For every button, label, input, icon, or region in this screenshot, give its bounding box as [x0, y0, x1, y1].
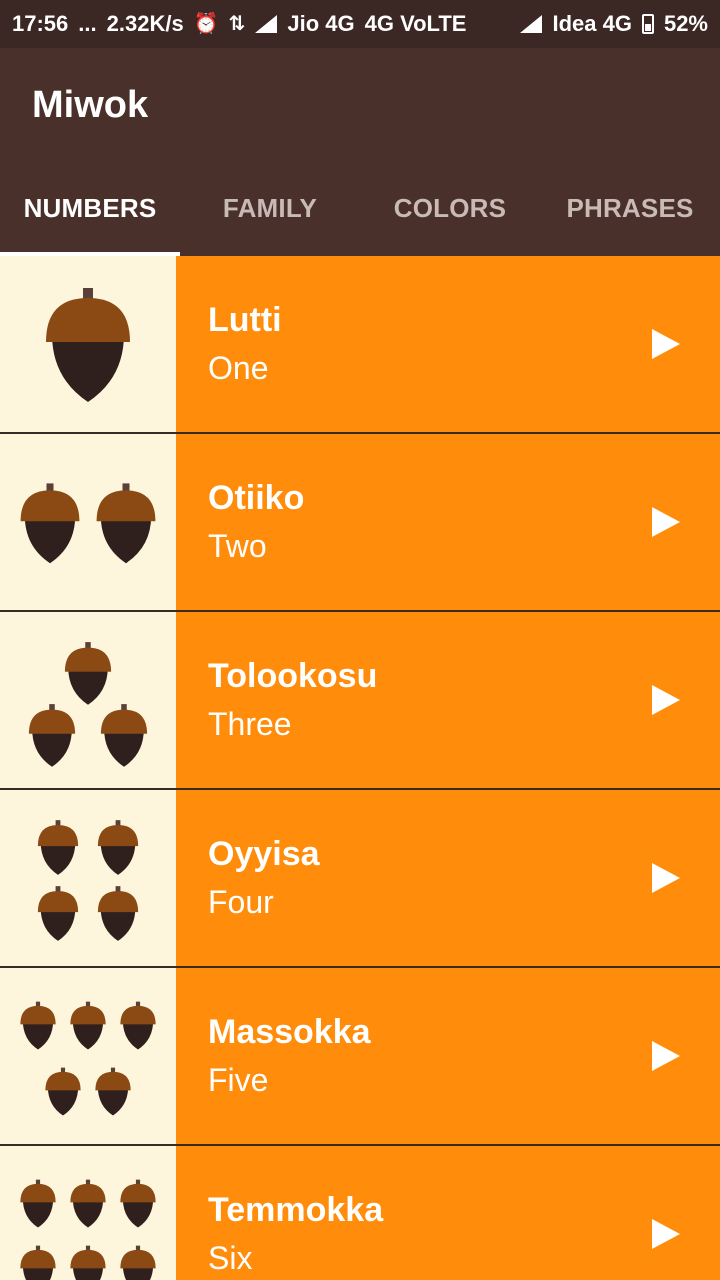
acorn-icon	[70, 1245, 106, 1280]
acorn-four-icon	[37, 820, 139, 941]
acorn-image	[0, 434, 176, 610]
play-icon[interactable]	[652, 863, 680, 893]
acorn-image	[0, 1146, 176, 1280]
status-carrier1: Jio 4G	[287, 11, 355, 36]
acorn-icon	[70, 1001, 106, 1050]
acorn-icon	[70, 1179, 106, 1228]
acorn-image	[0, 790, 176, 966]
data-transfer-icon: ⇅	[228, 13, 246, 35]
acorn-icon	[120, 1001, 156, 1050]
acorn-icon	[96, 483, 156, 564]
acorn-icon	[120, 1179, 156, 1228]
acorn-icon	[28, 704, 76, 767]
acorn-icon	[45, 1067, 81, 1116]
acorn-image	[0, 256, 176, 432]
status-battery: 52%	[663, 11, 708, 36]
row-text: Oyyisa Four	[176, 790, 720, 966]
acorn-one-icon	[46, 288, 130, 402]
status-carrier2: Idea 4G	[552, 11, 632, 36]
status-network1: 4G VoLTE	[364, 11, 467, 36]
tab-phrases[interactable]: PHRASES	[540, 160, 720, 256]
miwok-word: Lutti	[208, 301, 282, 339]
acorn-icon	[64, 642, 112, 705]
status-bar: 17:56 ... 2.32K/s ⏰ ⇅ Jio 4G 4G VoLTE Id…	[0, 0, 720, 48]
signal-icon	[255, 15, 278, 33]
list-item[interactable]: Lutti One	[0, 256, 720, 434]
alarm-icon: ⏰	[193, 13, 219, 35]
signal-icon-2	[520, 15, 543, 33]
english-word: One	[208, 350, 269, 386]
tab-colors[interactable]: COLORS	[360, 160, 540, 256]
acorn-icon	[20, 1179, 56, 1228]
acorn-icon	[97, 886, 139, 941]
english-word: Five	[208, 1062, 269, 1098]
acorn-icon	[120, 1245, 156, 1280]
miwok-word: Tolookosu	[208, 657, 378, 695]
play-icon[interactable]	[652, 329, 680, 359]
miwok-word: Massokka	[208, 1013, 371, 1051]
status-right: Idea 4G 52%	[520, 11, 708, 37]
list-item[interactable]: Oyyisa Four	[0, 790, 720, 968]
miwok-word: Oyyisa	[208, 835, 320, 873]
acorn-six-icon	[20, 1179, 156, 1280]
acorn-two-icon	[20, 483, 156, 564]
acorn-icon	[20, 1001, 56, 1050]
acorn-icon	[100, 704, 148, 767]
list-item[interactable]: Otiiko Two	[0, 434, 720, 612]
status-dots: ...	[78, 11, 97, 36]
play-icon[interactable]	[652, 685, 680, 715]
english-word: Six	[208, 1240, 253, 1276]
acorn-image	[0, 612, 176, 788]
app-title: Miwok	[32, 84, 149, 126]
english-word: Three	[208, 706, 292, 742]
battery-icon	[641, 14, 654, 34]
play-icon[interactable]	[652, 507, 680, 537]
acorn-three-icon	[28, 642, 148, 767]
row-text: Tolookosu Three	[176, 612, 720, 788]
acorn-icon	[20, 1245, 56, 1280]
acorn-icon	[97, 820, 139, 875]
tab-bar: NUMBERS FAMILY COLORS PHRASES	[0, 160, 720, 256]
acorn-icon	[37, 886, 79, 941]
row-text: Temmokka Six	[176, 1146, 720, 1280]
play-icon[interactable]	[652, 1041, 680, 1071]
list-item[interactable]: Massokka Five	[0, 968, 720, 1146]
acorn-icon	[20, 483, 80, 564]
status-time: 17:56	[12, 11, 69, 36]
word-list: Lutti One Otiiko Two Tolookosu Three Oyy…	[0, 256, 720, 1280]
english-word: Four	[208, 884, 274, 920]
tab-numbers[interactable]: NUMBERS	[0, 160, 180, 256]
tab-family[interactable]: FAMILY	[180, 160, 360, 256]
acorn-five-icon	[20, 1001, 156, 1116]
miwok-word: Otiiko	[208, 479, 305, 517]
acorn-icon	[95, 1067, 131, 1116]
status-left: 17:56 ... 2.32K/s ⏰ ⇅ Jio 4G 4G VoLTE	[12, 11, 466, 37]
acorn-image	[0, 968, 176, 1144]
app-bar: Miwok NUMBERS FAMILY COLORS PHRASES	[0, 48, 720, 256]
status-speed: 2.32K/s	[106, 11, 184, 36]
row-text: Massokka Five	[176, 968, 720, 1144]
list-item[interactable]: Tolookosu Three	[0, 612, 720, 790]
miwok-word: Temmokka	[208, 1191, 384, 1229]
acorn-icon	[46, 288, 130, 402]
list-item[interactable]: Temmokka Six	[0, 1146, 720, 1280]
english-word: Two	[208, 528, 267, 564]
play-icon[interactable]	[652, 1219, 680, 1249]
acorn-icon	[37, 820, 79, 875]
row-text: Otiiko Two	[176, 434, 720, 610]
row-text: Lutti One	[176, 256, 720, 432]
